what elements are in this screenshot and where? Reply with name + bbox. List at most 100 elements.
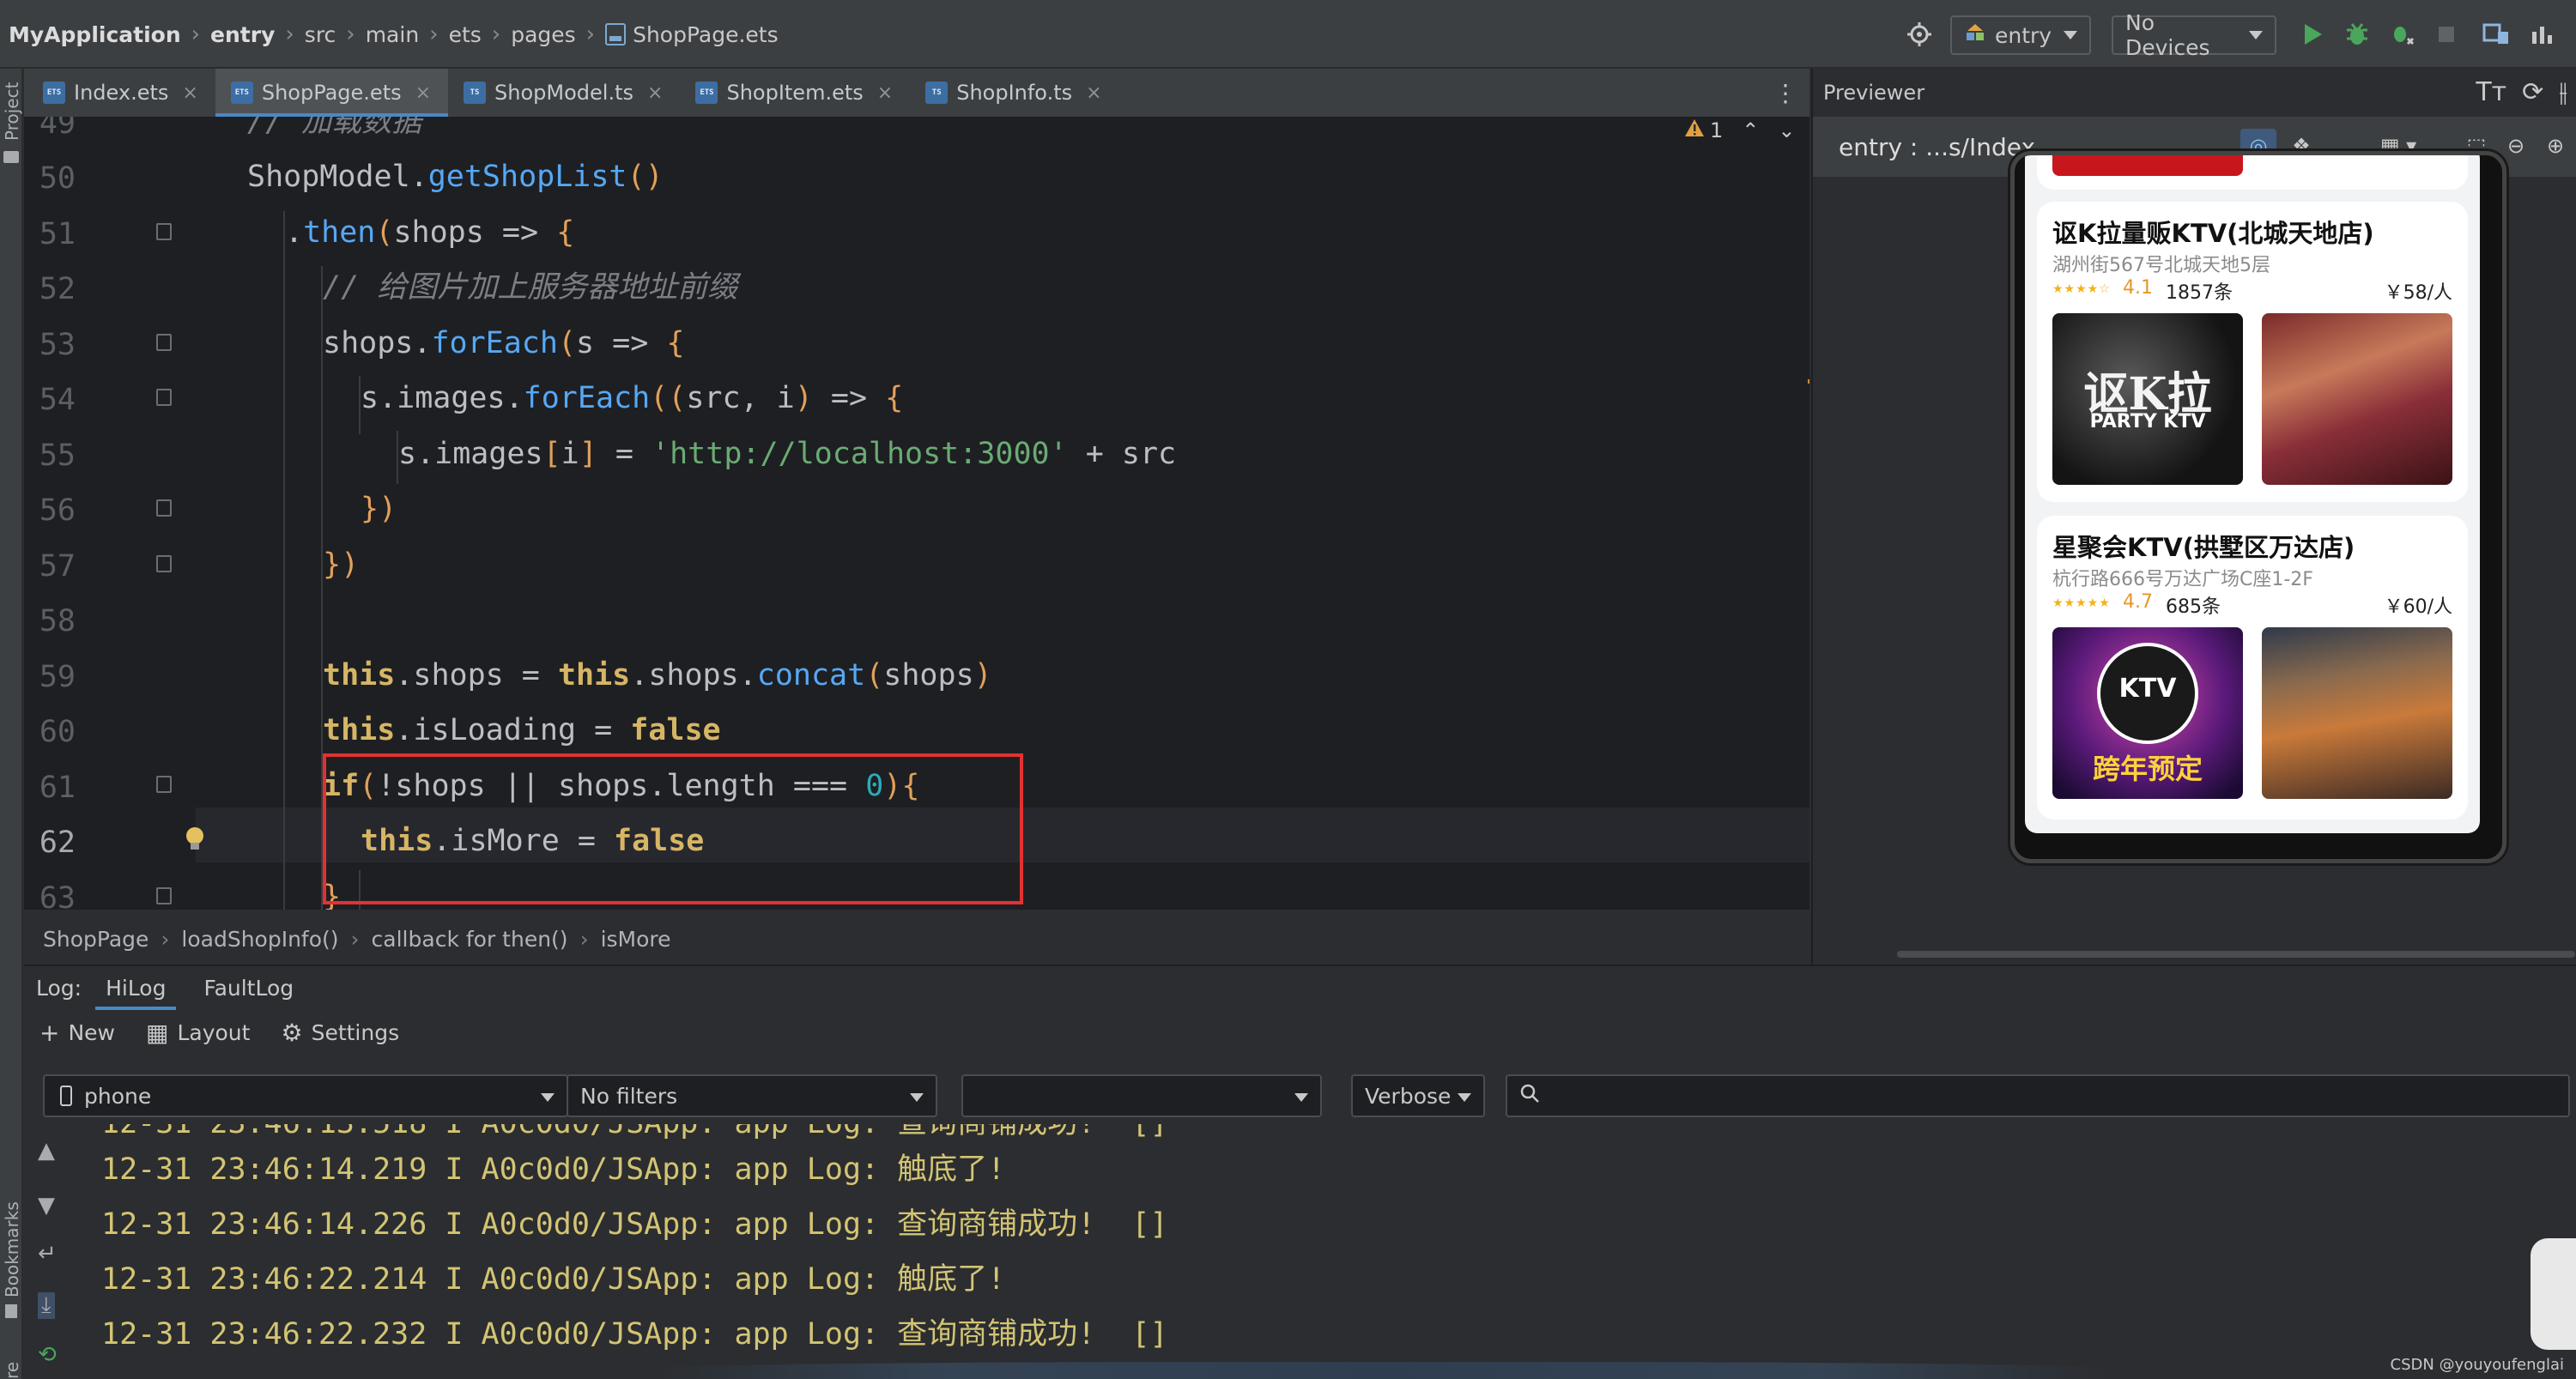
tab-shopmodel-ts[interactable]: TS ShopModel.ts × bbox=[448, 69, 680, 117]
log-level-select[interactable]: Verbose bbox=[1351, 1074, 1485, 1117]
code-breadcrumb-item[interactable]: isMore bbox=[601, 927, 671, 952]
shop-card[interactable] bbox=[2037, 155, 2468, 190]
device-filter-select[interactable]: phone bbox=[43, 1074, 568, 1117]
device-screen[interactable]: 讴K拉量贩KTV(北城天地店) 湖州街567号北城天地5层 ★★★★☆ 4.1 … bbox=[2025, 155, 2480, 833]
fold-icon[interactable] bbox=[156, 776, 172, 793]
floating-assistant-widget[interactable] bbox=[2531, 1238, 2576, 1350]
chevron-up-icon[interactable]: ⌃ bbox=[1742, 118, 1759, 142]
code-breadcrumb-item[interactable]: ShopPage bbox=[43, 927, 148, 952]
tab-faultlog[interactable]: FaultLog bbox=[185, 965, 312, 1010]
close-icon[interactable]: × bbox=[415, 82, 431, 104]
line-number: 63 bbox=[39, 881, 76, 910]
shop-card[interactable]: 讴K拉量贩KTV(北城天地店) 湖州街567号北城天地5层 ★★★★☆ 4.1 … bbox=[2037, 202, 2468, 502]
breadcrumb-project[interactable]: MyApplication bbox=[9, 22, 181, 47]
tab-hilog[interactable]: HiLog bbox=[87, 965, 185, 1010]
close-icon[interactable]: × bbox=[182, 82, 197, 104]
shop-image bbox=[2262, 313, 2452, 485]
fold-icon[interactable] bbox=[156, 223, 172, 240]
bookmarks-tool-label[interactable]: Bookmarks bbox=[2, 1201, 22, 1297]
previewer-scrollbar[interactable] bbox=[1897, 951, 2575, 958]
lightbulb-icon[interactable] bbox=[185, 827, 204, 851]
fold-icon[interactable] bbox=[156, 555, 172, 572]
attach-debugger-icon[interactable] bbox=[2386, 19, 2417, 50]
scroll-to-end-icon[interactable]: ⤓ bbox=[38, 1292, 55, 1319]
run-config-select[interactable]: entry bbox=[1950, 15, 2092, 55]
chevron-down-icon bbox=[1458, 1093, 1471, 1102]
search-icon bbox=[1519, 1083, 1540, 1109]
layout-button[interactable]: ▦ Layout bbox=[146, 1019, 250, 1047]
log-line: 12-31 23:46:13.518 I A0c0d0/JSApp: app L… bbox=[101, 1124, 1168, 1142]
code-breadcrumb-item[interactable]: callback for then() bbox=[372, 927, 568, 952]
chevron-right-icon: › bbox=[191, 21, 201, 47]
ts-file-icon: TS bbox=[464, 82, 487, 104]
soft-wrap-icon[interactable]: ↵ bbox=[38, 1241, 57, 1267]
pin-icon[interactable]: ⫲ bbox=[2559, 77, 2567, 107]
log-filter-bar: phone No filters Verbose bbox=[24, 1059, 2576, 1124]
breadcrumb-folder-src[interactable]: src bbox=[305, 22, 336, 47]
ets-file-icon: ETS bbox=[43, 82, 65, 104]
layout-button-label: Layout bbox=[177, 1019, 251, 1045]
more-vertical-icon[interactable]: ⋮ bbox=[1768, 69, 1803, 117]
run-icon[interactable] bbox=[2297, 19, 2328, 50]
code-line: }) bbox=[323, 547, 360, 582]
close-icon[interactable]: × bbox=[877, 82, 893, 104]
folder-icon[interactable] bbox=[3, 151, 19, 163]
settings-button[interactable]: ⚙ Settings bbox=[281, 1019, 399, 1047]
warning-marker[interactable] bbox=[1808, 379, 1809, 384]
project-tool-label[interactable]: Project bbox=[2, 82, 22, 141]
tab-shopinfo-ts[interactable]: TS ShopInfo.ts × bbox=[910, 69, 1118, 117]
scroll-up-icon[interactable]: ▲ bbox=[38, 1138, 55, 1164]
code-editor[interactable]: 49 50 51 52 53 54 55 56 57 58 59 60 61 6… bbox=[24, 117, 1809, 910]
zoom-in-icon[interactable]: ⊕ bbox=[2537, 129, 2573, 163]
inspection-widget[interactable]: 1 ⌃ ⌄ bbox=[1684, 118, 1796, 142]
process-filter-select[interactable] bbox=[961, 1074, 1322, 1117]
code-line: ShopModel.getShopList() bbox=[247, 160, 664, 194]
highlight-annotation-box bbox=[323, 753, 1023, 904]
ets-file-icon: ETS bbox=[230, 82, 253, 104]
bookmark-icon[interactable] bbox=[5, 1304, 17, 1318]
restart-icon[interactable]: ⟲ bbox=[38, 1342, 57, 1368]
fold-icon[interactable] bbox=[156, 389, 172, 406]
previewer-page-path[interactable]: entry : ...s/Index bbox=[1839, 117, 2035, 177]
log-level-value: Verbose bbox=[1365, 1083, 1452, 1109]
shop-card[interactable]: 星聚会KTV(拱墅区万达店) 杭行路666号万达广场C座1-2F ★★★★★ 4… bbox=[2037, 516, 2468, 820]
profile-icon[interactable] bbox=[2527, 19, 2558, 50]
chevron-right-icon: › bbox=[579, 926, 589, 952]
tab-index-ets[interactable]: ETS Index.ets × bbox=[24, 69, 215, 117]
device-frame: 讴K拉量贩KTV(北城天地店) 湖州街567号北城天地5层 ★★★★☆ 4.1 … bbox=[2010, 151, 2506, 863]
target-icon[interactable] bbox=[1904, 19, 1935, 50]
device-select[interactable]: No Devices bbox=[2112, 10, 2276, 60]
tab-label: ShopItem.ets bbox=[726, 81, 864, 105]
breadcrumb-folder-ets[interactable]: ets bbox=[449, 22, 482, 47]
code-line: .then(shops => { bbox=[285, 215, 575, 250]
code-breadcrumb-item[interactable]: loadShopInfo() bbox=[181, 927, 338, 952]
breadcrumb-folder-main[interactable]: main bbox=[366, 22, 419, 47]
chevron-down-icon[interactable]: ⌄ bbox=[1778, 118, 1795, 142]
tab-shopitem-ets[interactable]: ETS ShopItem.ets × bbox=[680, 69, 910, 117]
new-button[interactable]: + New bbox=[39, 1019, 115, 1047]
stop-icon[interactable] bbox=[2431, 19, 2462, 50]
log-search-input[interactable] bbox=[1506, 1074, 2570, 1117]
tab-shoppage-ets[interactable]: ETS ShopPage.ets × bbox=[215, 69, 449, 117]
zoom-out-icon[interactable]: ⊖ bbox=[2498, 129, 2534, 163]
close-icon[interactable]: × bbox=[1086, 82, 1101, 104]
log-output[interactable]: 12-31 23:46:13.518 I A0c0d0/JSApp: app L… bbox=[72, 1124, 2576, 1379]
log-line: 12-31 23:46:22.232 I A0c0d0/JSApp: app L… bbox=[101, 1317, 1168, 1352]
app-filter-select[interactable]: No filters bbox=[567, 1074, 937, 1117]
fold-icon[interactable] bbox=[156, 334, 172, 351]
fold-icon[interactable] bbox=[156, 887, 172, 904]
breadcrumb-module[interactable]: entry bbox=[210, 22, 275, 47]
scroll-down-icon[interactable]: ▼ bbox=[38, 1193, 55, 1219]
refresh-icon[interactable]: ⟳ bbox=[2522, 77, 2543, 107]
device-manager-icon[interactable] bbox=[2481, 19, 2512, 50]
breadcrumb-file[interactable]: ShopPage.ets bbox=[605, 22, 779, 47]
debug-icon[interactable] bbox=[2342, 19, 2373, 50]
text-size-icon[interactable]: Tт bbox=[2476, 77, 2506, 107]
fold-icon[interactable] bbox=[156, 499, 172, 517]
structure-tool-label[interactable]: Structure bbox=[2, 1362, 22, 1379]
breadcrumb-folder-pages[interactable]: pages bbox=[511, 22, 575, 47]
close-icon[interactable]: × bbox=[647, 82, 663, 104]
gear-icon: ⚙ bbox=[281, 1018, 303, 1047]
line-number: 58 bbox=[39, 604, 76, 638]
line-number: 56 bbox=[39, 493, 76, 528]
